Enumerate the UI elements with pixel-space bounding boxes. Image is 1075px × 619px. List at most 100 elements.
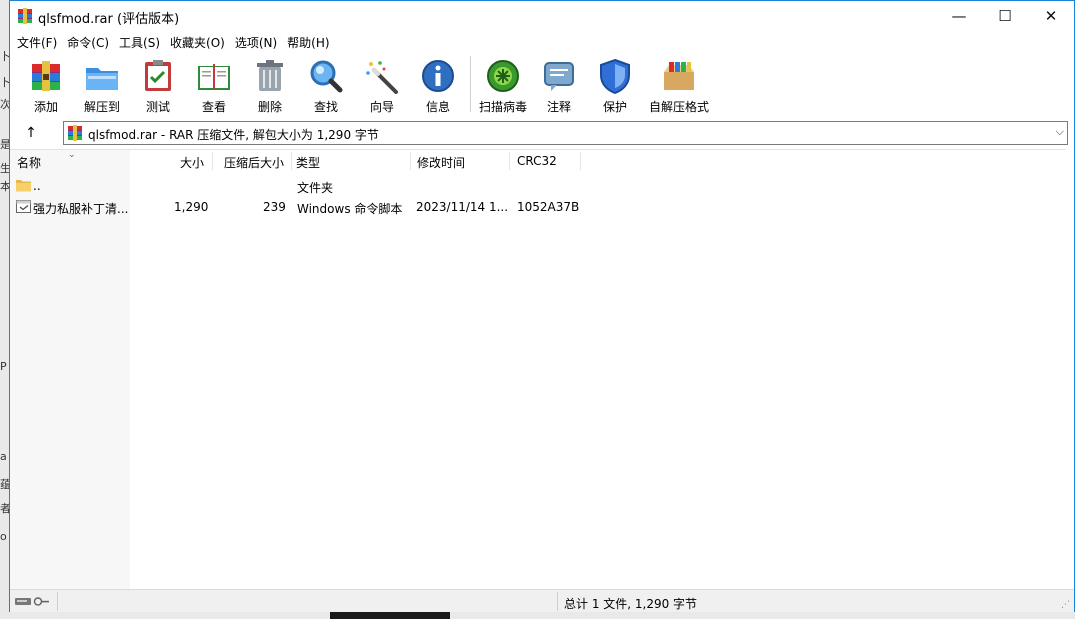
scan-virus-button[interactable]: 扫描病毒 xyxy=(475,52,531,118)
background-window-fragment: P xyxy=(0,360,7,373)
trash-icon xyxy=(251,57,289,95)
background-window-fragment: 生 xyxy=(0,162,9,175)
add-label: 添加 xyxy=(33,100,58,114)
status-summary: 总计 1 文件, 1,290 字节 xyxy=(564,597,698,611)
comment-button[interactable]: 注释 xyxy=(531,52,587,118)
comment-label: 注释 xyxy=(546,100,571,114)
column-divider[interactable] xyxy=(291,152,292,170)
close-button[interactable]: ✕ xyxy=(1028,1,1074,31)
winrar-app-icon[interactable] xyxy=(17,8,33,24)
status-separator xyxy=(57,592,58,611)
script-file-icon xyxy=(16,199,31,214)
toolbar: 添加 解压到 测试 查看 删除 查找 向导 信息 扫描病毒 注释 保护 自解压格… xyxy=(10,52,1074,118)
add-archive-icon xyxy=(27,57,65,95)
wizard-wand-icon xyxy=(363,57,401,95)
title-bar[interactable]: qlsfmod.rar (评估版本) — ☐ ✕ xyxy=(10,1,1074,31)
background-window-fragment: 本 xyxy=(0,180,9,193)
file-name: 强力私服补丁清... xyxy=(33,202,129,216)
add-button[interactable]: 添加 xyxy=(18,52,74,118)
protect-button[interactable]: 保护 xyxy=(587,52,643,118)
column-header-size[interactable]: 大小 xyxy=(180,154,204,171)
wizard-label: 向导 xyxy=(369,100,394,114)
content-area: 名称 ⌄ 大小 压缩后大小 类型 修改时间 CRC32 .. 文件夹 强力私服补… xyxy=(10,149,1066,589)
column-header-modified[interactable]: 修改时间 xyxy=(417,154,465,171)
test-button[interactable]: 测试 xyxy=(130,52,186,118)
background-window-fragment: 卜 xyxy=(0,50,9,63)
menu-commands[interactable]: 命令(C) xyxy=(64,31,112,52)
menu-options[interactable]: 选项(N) xyxy=(232,31,280,52)
extract-folder-icon xyxy=(83,57,121,95)
column-header-name[interactable]: 名称 xyxy=(17,154,41,171)
menu-file[interactable]: 文件(F) xyxy=(14,31,60,52)
rar-archive-icon xyxy=(67,125,83,141)
sfx-label: 自解压格式 xyxy=(648,100,709,114)
extract-to-button[interactable]: 解压到 xyxy=(74,52,130,118)
file-packed-size: 239 xyxy=(263,200,286,214)
extract-to-label: 解压到 xyxy=(83,100,120,114)
resize-grip-icon[interactable]: ⋰ xyxy=(1061,600,1070,610)
virus-scan-icon xyxy=(484,57,522,95)
file-type: Windows 命令脚本 xyxy=(297,202,403,216)
test-clipboard-icon xyxy=(139,57,177,95)
shield-icon xyxy=(596,57,634,95)
find-label: 查找 xyxy=(313,100,338,114)
address-text: qlsfmod.rar - RAR 压缩文件, 解包大小为 1,290 字节 xyxy=(88,128,379,142)
address-field[interactable]: qlsfmod.rar - RAR 压缩文件, 解包大小为 1,290 字节 ⌵ xyxy=(63,121,1068,145)
background-window-fragment: 是 xyxy=(0,138,9,151)
menu-bar: 文件(F) 命令(C) 工具(S) 收藏夹(O) 选项(N) 帮助(H) xyxy=(10,31,1074,52)
file-modified: 2023/11/14 1... xyxy=(416,200,509,214)
toolbar-separator xyxy=(470,56,471,112)
drive-key-icon[interactable] xyxy=(14,594,50,608)
file-size: 1,290 xyxy=(174,200,209,214)
protect-label: 保护 xyxy=(602,100,627,114)
column-header-type[interactable]: 类型 xyxy=(296,154,320,171)
column-divider[interactable] xyxy=(509,152,510,170)
scan-virus-label: 扫描病毒 xyxy=(478,100,527,114)
winrar-window: qlsfmod.rar (评估版本) — ☐ ✕ 文件(F) 命令(C) 工具(… xyxy=(9,0,1075,612)
table-row[interactable]: .. 文件夹 xyxy=(10,177,1066,197)
address-bar: ↑ qlsfmod.rar - RAR 压缩文件, 解包大小为 1,290 字节… xyxy=(10,119,1074,147)
background-window-fragment: a xyxy=(0,450,7,463)
find-button[interactable]: 查找 xyxy=(298,52,354,118)
background-window-fragment: 者 xyxy=(0,502,9,515)
column-divider[interactable] xyxy=(212,152,213,170)
sort-chevron-icon: ⌄ xyxy=(68,150,76,160)
menu-tools[interactable]: 工具(S) xyxy=(116,31,163,52)
info-button[interactable]: 信息 xyxy=(410,52,466,118)
table-row[interactable]: 强力私服补丁清... 1,290 239 Windows 命令脚本 2023/1… xyxy=(10,198,1066,218)
column-divider[interactable] xyxy=(410,152,411,170)
folder-icon xyxy=(16,178,31,193)
view-label: 查看 xyxy=(201,100,226,114)
view-button[interactable]: 查看 xyxy=(186,52,242,118)
column-header-packed-size[interactable]: 压缩后大小 xyxy=(224,154,284,171)
background-window-fragment: o xyxy=(0,530,7,543)
comment-icon xyxy=(540,57,578,95)
column-divider[interactable] xyxy=(580,152,581,170)
file-type: 文件夹 xyxy=(297,181,334,195)
info-label: 信息 xyxy=(425,100,450,114)
file-crc32: 1052A37B xyxy=(517,200,580,214)
menu-favorites[interactable]: 收藏夹(O) xyxy=(167,31,228,52)
background-window-fragment: 次 xyxy=(0,98,9,111)
sfx-button[interactable]: 自解压格式 xyxy=(643,52,715,118)
up-folder-button[interactable]: ↑ xyxy=(20,122,42,144)
info-icon xyxy=(419,57,457,95)
wizard-button[interactable]: 向导 xyxy=(354,52,410,118)
view-book-icon xyxy=(195,57,233,95)
window-title: qlsfmod.rar (评估版本) xyxy=(38,12,180,27)
background-window-fragment: 蕴 xyxy=(0,478,9,491)
background-taskbar-fragment xyxy=(330,612,450,619)
status-separator xyxy=(557,592,558,611)
status-bar: 总计 1 文件, 1,290 字节 ⋰ xyxy=(10,589,1074,612)
file-name: .. xyxy=(33,179,41,193)
chevron-down-icon[interactable]: ⌵ xyxy=(1056,125,1064,139)
maximize-button[interactable]: ☐ xyxy=(982,1,1028,31)
sfx-box-icon xyxy=(660,57,698,95)
delete-label: 删除 xyxy=(257,100,282,114)
background-window-fragment: 卜 xyxy=(0,76,9,89)
minimize-button[interactable]: — xyxy=(936,1,982,31)
column-header-crc32[interactable]: CRC32 xyxy=(517,154,557,168)
find-magnifier-icon xyxy=(307,57,345,95)
delete-button[interactable]: 删除 xyxy=(242,52,298,118)
menu-help[interactable]: 帮助(H) xyxy=(284,31,332,52)
